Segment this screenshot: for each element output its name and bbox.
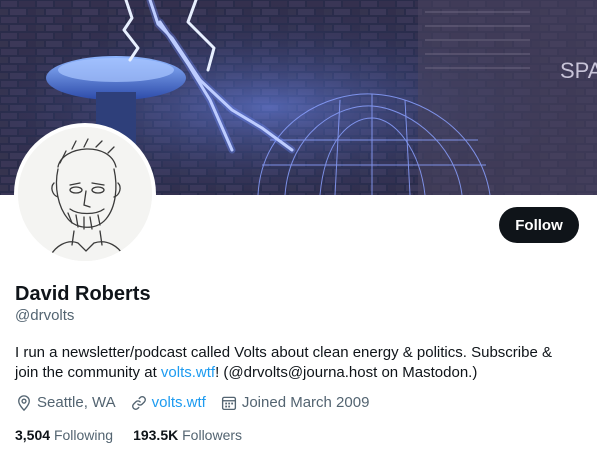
calendar-icon xyxy=(221,396,236,411)
followers-count: 193.5K xyxy=(133,427,179,443)
profile-bio: I run a newsletter/podcast called Volts … xyxy=(15,343,575,383)
follow-button[interactable]: Follow xyxy=(499,207,579,243)
profile-avatar[interactable] xyxy=(14,123,156,265)
following-stat[interactable]: 3,504 Following xyxy=(15,426,113,444)
username-handle: @drvolts xyxy=(15,307,75,324)
location-text: Seattle, WA xyxy=(37,394,116,411)
avatar-sketch-image xyxy=(18,127,152,261)
profile-location: Seattle, WA xyxy=(15,393,116,413)
followers-label: Followers xyxy=(182,427,243,443)
profile-website[interactable]: volts.wtf xyxy=(130,393,206,413)
banner-wall-text: SPA xyxy=(560,58,597,83)
bio-link[interactable]: volts.wtf xyxy=(161,364,215,381)
location-pin-icon xyxy=(18,395,30,412)
profile-join-date: Joined March 2009 xyxy=(220,393,370,413)
profile-meta: Seattle, WA volts.wtf Joined March 2009 xyxy=(15,393,383,413)
link-icon xyxy=(131,396,146,410)
website-link[interactable]: volts.wtf xyxy=(152,393,206,413)
join-date-text: Joined March 2009 xyxy=(241,394,370,411)
bio-text-end: ! (@drvolts@journa.host on Mastodon.) xyxy=(215,364,478,381)
profile-stats: 3,504 Following 193.5K Followers xyxy=(15,426,262,444)
following-count: 3,504 xyxy=(15,427,51,443)
following-label: Following xyxy=(53,427,114,443)
followers-stat[interactable]: 193.5K Followers xyxy=(133,426,242,444)
display-name: David Roberts xyxy=(15,283,151,305)
